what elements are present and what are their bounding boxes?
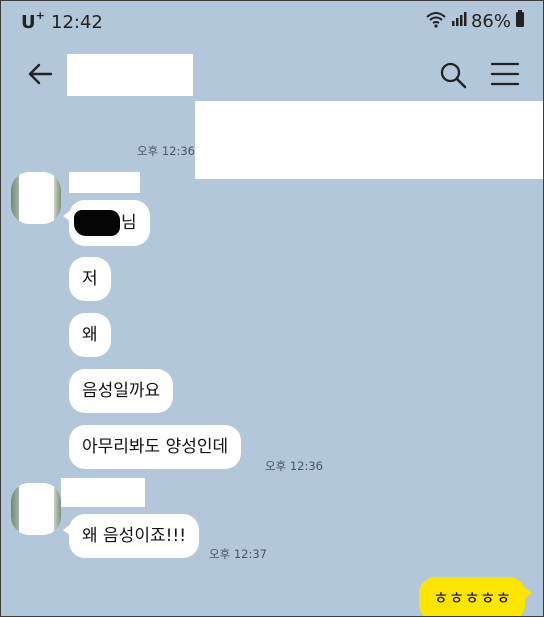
message-timestamp: 오후 12:36 (265, 459, 323, 473)
back-button[interactable] (23, 57, 57, 91)
status-bar: U+ 12:42 86% (1, 1, 543, 43)
message-bubble[interactable]: 저 (69, 257, 111, 301)
status-time: 12:42 (51, 12, 103, 33)
chat-header (1, 43, 543, 103)
message-bubble[interactable]: 왜 (69, 313, 111, 357)
status-indicators: 86% (425, 10, 525, 32)
search-button[interactable] (439, 61, 467, 89)
sent-message-redacted (195, 101, 543, 179)
wifi-icon (425, 10, 447, 32)
sender-name-redacted (61, 478, 145, 507)
battery-icon (515, 10, 525, 32)
message-bubble[interactable]: 님 (63, 200, 150, 246)
my-message-bubble[interactable]: ㅎㅎㅎㅎㅎ (419, 577, 533, 616)
menu-button[interactable] (490, 61, 520, 87)
menu-icon (490, 62, 520, 86)
search-icon (440, 62, 467, 89)
avatar[interactable] (11, 172, 61, 224)
redacted-mark (74, 210, 120, 236)
sender-name-redacted (69, 172, 140, 193)
message-bubble[interactable]: 왜 음성이죠!!! (62, 514, 200, 558)
avatar[interactable] (11, 483, 61, 535)
chat-room-title-redacted (67, 54, 193, 96)
battery-percent: 86% (470, 10, 511, 32)
message-bubble[interactable]: 아무리봐도 양성인데 (69, 425, 242, 469)
back-arrow-icon (28, 63, 53, 85)
chat-screen: U+ 12:42 86% 오후 12:36 님 저 왜 음성일까요 아무리봐도 … (0, 0, 544, 617)
message-bubble[interactable]: 음성일까요 (69, 369, 174, 413)
message-timestamp: 오후 12:37 (209, 547, 267, 561)
carrier-label: U+ (21, 9, 45, 33)
signal-icon (451, 11, 467, 31)
message-timestamp: 오후 12:36 (137, 144, 195, 158)
